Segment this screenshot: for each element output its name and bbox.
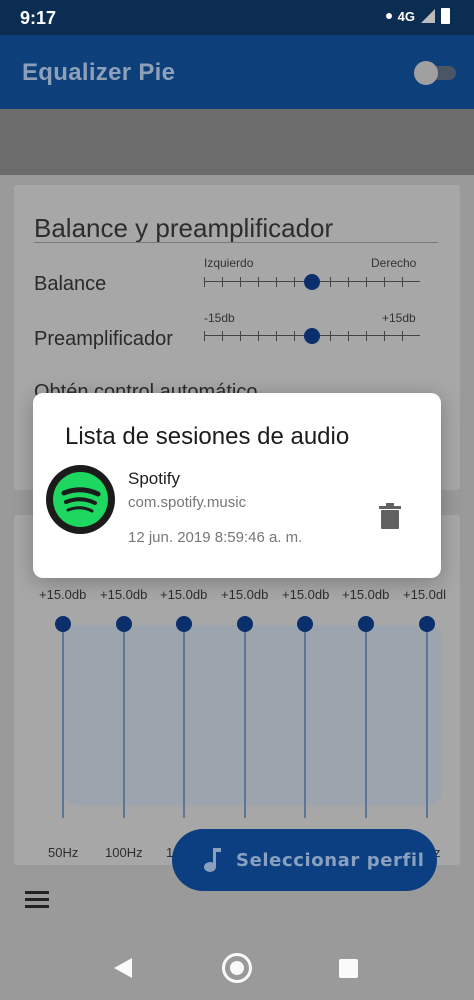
- recents-icon[interactable]: [339, 959, 358, 978]
- equalizer-curve-area: [62, 625, 442, 805]
- band-gain-label: +15.0db: [282, 587, 330, 602]
- trash-icon[interactable]: [379, 503, 401, 529]
- band-slider-track[interactable]: [183, 623, 185, 818]
- battery-icon: [441, 8, 450, 24]
- network-type-label: 4G: [397, 8, 415, 24]
- band-gain-label: +15.0db: [100, 587, 148, 602]
- app-title: Equalizer Pie: [22, 59, 176, 86]
- band-slider-thumb[interactable]: [116, 616, 132, 632]
- balance-slider[interactable]: [204, 274, 420, 290]
- balance-heading: Balance y preamplificador: [34, 213, 334, 243]
- band-slider-track[interactable]: [62, 623, 64, 818]
- dialog-title: Lista de sesiones de audio: [65, 423, 350, 450]
- band-frequency-label: 50Hz: [48, 845, 79, 860]
- header-band: [0, 109, 474, 175]
- music-note-icon: [204, 848, 221, 872]
- audio-session-item[interactable]: Spotify com.spotify.music 12 jun. 2019 8…: [45, 465, 429, 571]
- band-gain-label: +15.0db: [221, 587, 269, 602]
- system-nav-bar: [0, 935, 474, 1000]
- band-gain-label: +15.0db: [160, 587, 208, 602]
- band-slider-track[interactable]: [304, 623, 306, 818]
- signal-icon: [421, 9, 435, 23]
- balance-slider-thumb[interactable]: [304, 274, 320, 290]
- band-slider-track[interactable]: [426, 623, 428, 818]
- balance-left-label: Izquierdo: [204, 256, 254, 270]
- status-time: 9:17: [20, 8, 57, 28]
- equalizer-toggle[interactable]: [414, 61, 458, 85]
- session-date: 12 jun. 2019 8:59:46 a. m.: [128, 529, 303, 546]
- preamp-slider-thumb[interactable]: [304, 328, 320, 344]
- band-frequency-label: 100Hz: [105, 845, 143, 860]
- band-slider-thumb[interactable]: [237, 616, 253, 632]
- band-slider-thumb[interactable]: [297, 616, 313, 632]
- menu-icon[interactable]: [25, 891, 49, 909]
- spotify-logo-icon: [46, 465, 115, 534]
- status-bar: 9:17 4G: [0, 0, 474, 35]
- preamp-slider[interactable]: [204, 328, 420, 344]
- band-gain-label: +15.0dl: [403, 587, 447, 602]
- audio-sessions-dialog: Lista de sesiones de audio Spotify com.s…: [33, 393, 441, 578]
- preamp-max-label: +15db: [382, 311, 416, 325]
- balance-right-label: Derecho: [371, 256, 417, 270]
- band-slider-track[interactable]: [244, 623, 246, 818]
- band-slider-thumb[interactable]: [358, 616, 374, 632]
- select-profile-label: Seleccionar perfil: [236, 850, 425, 871]
- preamp-min-label: -15db: [204, 311, 235, 325]
- back-icon[interactable]: [114, 958, 132, 978]
- toggle-thumb: [414, 61, 438, 85]
- preamp-label: Preamplificador: [34, 328, 173, 350]
- band-gain-label: +15.0db: [342, 587, 390, 602]
- status-icons: 4G: [385, 8, 450, 24]
- band-gain-label: +15.0db: [39, 587, 87, 602]
- notification-dot-icon: [385, 13, 392, 19]
- select-profile-button[interactable]: Seleccionar perfil: [172, 829, 437, 891]
- session-package: com.spotify.music: [128, 494, 247, 511]
- band-slider-track[interactable]: [123, 623, 125, 818]
- balance-label: Balance: [34, 273, 107, 295]
- session-app-name: Spotify: [128, 469, 180, 488]
- band-slider-thumb[interactable]: [419, 616, 435, 632]
- app-bar: Equalizer Pie: [0, 35, 474, 109]
- band-slider-track[interactable]: [365, 623, 367, 818]
- band-slider-thumb[interactable]: [176, 616, 192, 632]
- band-slider-thumb[interactable]: [55, 616, 71, 632]
- home-icon[interactable]: [222, 953, 252, 983]
- heading-divider: [34, 242, 438, 243]
